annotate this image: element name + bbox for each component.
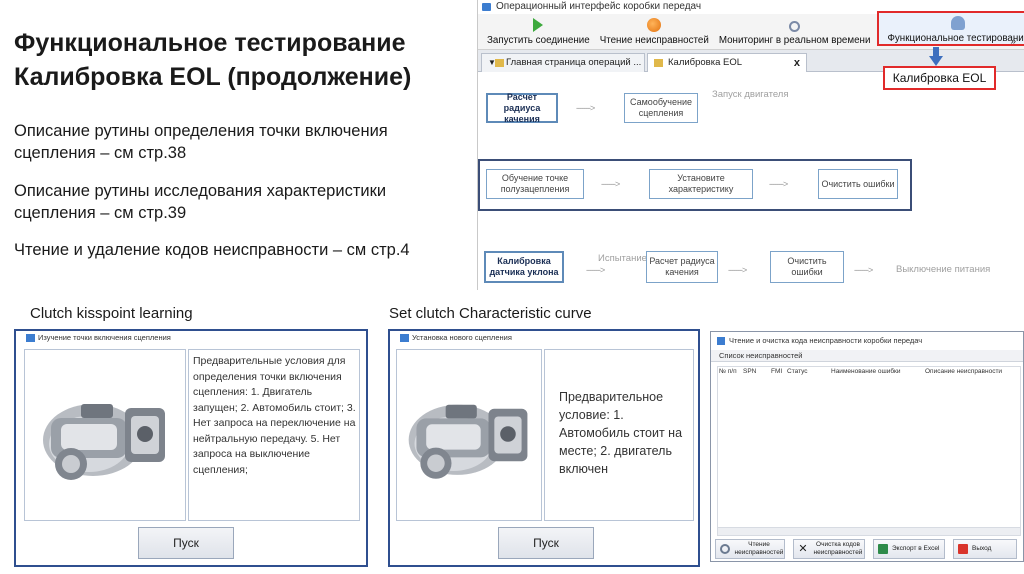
kisspoint-conditions-text: Предварительные условия для определения … bbox=[193, 355, 356, 476]
kisspoint-dialog-title: Изучение точки включения сцепления bbox=[38, 333, 171, 342]
caption-clutch-curve: Set clutch Characteristic curve bbox=[389, 305, 592, 322]
start-connection-button[interactable]: Запустить соединение bbox=[484, 13, 593, 46]
window-icon bbox=[26, 334, 35, 342]
kisspoint-dialog-titlebar: Изучение точки включения сцепления bbox=[16, 331, 366, 345]
app-icon bbox=[482, 3, 491, 11]
tab-eol-label: Калибровка EOL bbox=[668, 57, 743, 68]
kisspoint-description-line1: Описание рутины определения точки включе… bbox=[14, 122, 388, 140]
excel-icon bbox=[878, 544, 888, 554]
user-test-icon bbox=[951, 16, 966, 30]
radius-calc-step-2[interactable]: Расчет радиуса качения bbox=[646, 251, 718, 283]
folder-icon bbox=[654, 59, 663, 67]
exit-label: Выход bbox=[972, 545, 992, 552]
clear-fault-codes-label: Очистка кодов неисправностей bbox=[813, 541, 863, 556]
slide-title-line1: Функциональное тестирование bbox=[14, 29, 406, 57]
clear-errors-step-1[interactable]: Очистить ошибки bbox=[818, 169, 898, 199]
clutch-curve-dialog: Установка нового сцепления Предварительн… bbox=[388, 329, 700, 567]
clear-errors-step-2[interactable]: Очистить ошибки bbox=[770, 251, 844, 283]
kisspoint-conditions-panel: Предварительные условия для определения … bbox=[188, 349, 360, 521]
flow-arrow: -------> bbox=[728, 265, 747, 275]
column-header-description: Описание неисправности bbox=[925, 368, 1003, 375]
clutch-curve-start-button[interactable]: Пуск bbox=[498, 527, 594, 559]
gearbox-image bbox=[43, 404, 165, 480]
fault-list-subtitle: Список неисправностей bbox=[711, 350, 1023, 362]
window-icon bbox=[717, 337, 725, 345]
functional-testing-label: Функциональное тестирование bbox=[887, 33, 1024, 44]
tab-home[interactable]: ▼ Главная страница операций ... bbox=[481, 53, 645, 72]
flow-arrow: -------> bbox=[586, 265, 605, 275]
flow-arrow: -------> bbox=[769, 179, 788, 189]
clutch-self-learning-step[interactable]: Самообучение сцепления bbox=[624, 93, 698, 123]
power-off-label: Выключение питания bbox=[896, 264, 991, 275]
gearbox-image-panel bbox=[396, 349, 542, 521]
column-header-fmi: FMI bbox=[771, 368, 783, 375]
kisspoint-description: Описание рутины определения точки включе… bbox=[14, 120, 454, 164]
close-icon: ✕ bbox=[798, 543, 808, 555]
fault-codes-window: Чтение и очистка кода неисправности коро… bbox=[710, 331, 1024, 562]
kisspoint-description-line2: сцепления – см стр.38 bbox=[14, 144, 187, 162]
fault-codes-description: Чтение и удаление кодов неисправности – … bbox=[14, 241, 410, 259]
exit-icon bbox=[958, 544, 968, 554]
kisspoint-learning-step[interactable]: Обучение точке полузацепления bbox=[486, 169, 584, 199]
app-title: Операционный интерфейс коробки передач bbox=[496, 1, 702, 12]
column-header-index: № п/п bbox=[719, 368, 737, 375]
fault-circle-icon bbox=[647, 18, 662, 32]
read-faults-dialog-button[interactable]: Чтение неисправностей bbox=[715, 539, 785, 559]
play-icon bbox=[533, 18, 544, 32]
toolbar: Запустить соединение Чтение неисправност… bbox=[478, 11, 1024, 50]
export-excel-button[interactable]: Экспорт в Excel bbox=[873, 539, 945, 559]
tab-eol[interactable]: Калибровка EOL x bbox=[647, 53, 807, 72]
functional-testing-button[interactable]: Функциональное тестирование bbox=[877, 11, 1024, 46]
window-icon bbox=[400, 334, 409, 342]
magnifier-icon bbox=[720, 544, 730, 554]
flow-arrow: -------> bbox=[601, 179, 620, 189]
fault-codes-titlebar: Чтение и очистка кода неисправности коро… bbox=[711, 332, 1023, 350]
clutch-curve-dialog-title: Установка нового сцепления bbox=[412, 333, 512, 342]
down-arrow-icon bbox=[929, 47, 943, 67]
read-faults-label: Чтение неисправностей bbox=[599, 35, 709, 46]
exit-button[interactable]: Выход bbox=[953, 539, 1017, 559]
slope-sensor-calibration-step[interactable]: Калибровка датчика уклона bbox=[484, 251, 564, 283]
realtime-monitoring-label: Мониторинг в реальном времени bbox=[718, 35, 871, 46]
clutch-curve-conditions-panel: Предварительное условие: 1. Автомобиль с… bbox=[544, 349, 694, 521]
horizontal-scrollbar[interactable] bbox=[718, 527, 1020, 535]
characteristic-description-line2: сцепления – см стр.39 bbox=[14, 204, 187, 222]
column-header-spn: SPN bbox=[743, 368, 757, 375]
flow-arrow: -------> bbox=[854, 265, 873, 275]
app-window: Операционный интерфейс коробки передач З… bbox=[477, 0, 1024, 290]
magnifier-icon bbox=[789, 21, 801, 32]
engine-start-label: Запуск двигателя bbox=[712, 89, 789, 100]
fault-codes-title: Чтение и очистка кода неисправности коро… bbox=[729, 336, 923, 345]
tab-home-label: Главная страница операций ... bbox=[506, 57, 642, 68]
clutch-curve-dialog-titlebar: Установка нового сцепления bbox=[390, 331, 698, 345]
fault-list-table[interactable] bbox=[717, 366, 1021, 536]
caption-kisspoint: Clutch kisspoint learning bbox=[30, 305, 193, 322]
kisspoint-dialog: Изучение точки включения сцепления Предв… bbox=[14, 329, 368, 567]
eol-calibration-callout: Калибровка EOL bbox=[883, 66, 996, 90]
start-connection-label: Запустить соединение bbox=[487, 35, 590, 46]
characteristic-description: Описание рутины исследования характерист… bbox=[14, 180, 454, 224]
characteristic-description-line1: Описание рутины исследования характерист… bbox=[14, 182, 387, 200]
close-icon[interactable]: x bbox=[794, 54, 800, 72]
column-header-error-name: Наименование ошибки bbox=[831, 368, 901, 375]
read-faults-button[interactable]: Чтение неисправностей bbox=[597, 13, 712, 46]
flow-arrow: -------> bbox=[576, 103, 595, 113]
gearbox-image-panel bbox=[24, 349, 186, 521]
eol-flow-area: Расчет радиуса качения -------> Самообуч… bbox=[478, 73, 1024, 290]
read-faults-dialog-label: Чтение неисправностей bbox=[734, 541, 784, 556]
toolbar-overflow-icon[interactable]: » bbox=[1010, 36, 1016, 47]
slide-title-line2: Калибровка EOL (продолжение) bbox=[14, 63, 412, 91]
set-characteristic-step[interactable]: Установите характеристику bbox=[649, 169, 753, 199]
column-header-status: Статус bbox=[787, 368, 808, 375]
realtime-monitoring-button[interactable]: Мониторинг в реальном времени bbox=[716, 13, 874, 46]
kisspoint-start-button[interactable]: Пуск bbox=[138, 527, 234, 559]
export-excel-label: Экспорт в Excel bbox=[892, 545, 940, 552]
slide-title: Функциональное тестирование Калибровка E… bbox=[14, 26, 454, 94]
radius-calc-step[interactable]: Расчет радиуса качения bbox=[486, 92, 558, 124]
gearbox-image bbox=[408, 404, 528, 479]
clear-fault-codes-button[interactable]: ✕ Очистка кодов неисправностей bbox=[793, 539, 865, 559]
clutch-curve-conditions-text: Предварительное условие: 1. Автомобиль с… bbox=[559, 390, 683, 476]
folder-icon bbox=[495, 59, 504, 67]
